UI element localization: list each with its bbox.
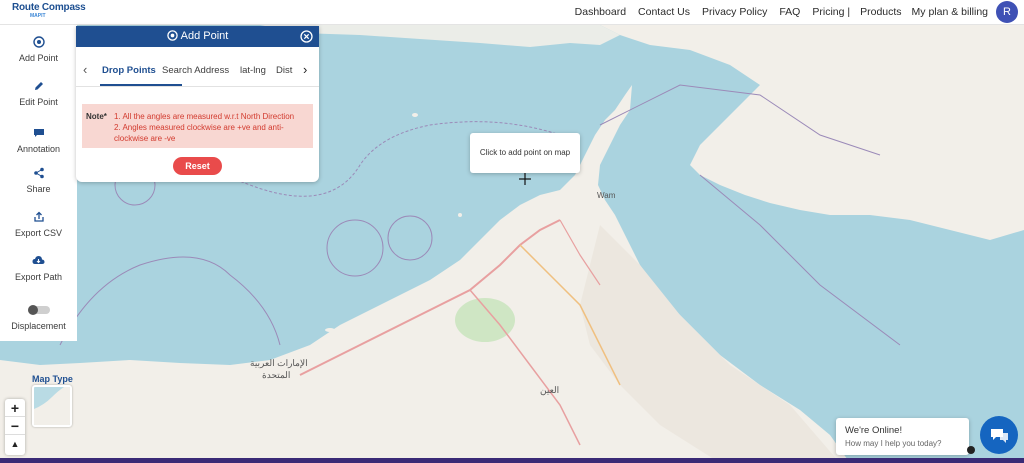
sidebar-item-label: Edit Point bbox=[19, 97, 58, 107]
add-point-panel: Add Point ‹ Drop Points Search Address l… bbox=[76, 26, 319, 182]
cloud-download-icon bbox=[32, 256, 45, 264]
nav-privacy-policy[interactable]: Privacy Policy bbox=[702, 6, 767, 18]
sidebar-item-export-path[interactable]: Export Path bbox=[0, 255, 77, 282]
sidebar-item-label: Add Point bbox=[18, 53, 59, 63]
chat-bubbles-icon bbox=[991, 429, 1008, 443]
sidebar-item-label: Export Path bbox=[14, 272, 63, 282]
note-line-1: 1. All the angles are measured w.r.t Nor… bbox=[114, 112, 295, 121]
note-label: Note* bbox=[86, 112, 107, 121]
brand-logo[interactable]: Route Compass MAPIT bbox=[12, 2, 86, 20]
bottom-edge-bar bbox=[0, 458, 1024, 463]
sidebar-item-edit-point[interactable]: Edit Point bbox=[0, 80, 77, 107]
share-icon bbox=[33, 167, 44, 179]
brand-title: Route Compass bbox=[12, 2, 86, 13]
sidebar-item-share[interactable]: Share bbox=[0, 167, 77, 194]
note-line-2: 2. Angles measured clockwise are +ve and… bbox=[114, 123, 284, 132]
chat-popup[interactable]: We're Online! How may I help you today? bbox=[836, 418, 969, 455]
sidebar-item-label: Annotation bbox=[16, 144, 61, 154]
note-line-3: clockwise are -ve bbox=[114, 134, 176, 143]
map-type-label: Map Type bbox=[32, 374, 73, 384]
map-type-thumbnail[interactable] bbox=[32, 385, 72, 427]
nav-plan-billing[interactable]: My plan & billing bbox=[912, 6, 988, 18]
sidebar-item-label: Displacement bbox=[11, 321, 66, 331]
zoom-out-button[interactable]: − bbox=[5, 417, 25, 435]
zoom-control: + − ▲ bbox=[5, 399, 25, 455]
brand-subtitle: MAPIT bbox=[30, 13, 46, 19]
nav-pricing[interactable]: Pricing | bbox=[812, 6, 850, 18]
chat-status-dot bbox=[967, 446, 975, 454]
left-sidebar: Add Point Edit Point Annotation Share Ex… bbox=[0, 25, 77, 341]
tab-lat-lng[interactable]: lat-lng bbox=[240, 65, 266, 76]
map-tooltip: Click to add point on map bbox=[470, 133, 580, 173]
toggle-icon[interactable] bbox=[27, 304, 51, 316]
map-label-uae-line1: الإمارات العربية bbox=[250, 358, 308, 368]
chat-title: We're Online! bbox=[845, 425, 903, 436]
panel-title-text: Add Point bbox=[180, 30, 229, 42]
sidebar-item-annotation[interactable]: Annotation bbox=[0, 127, 77, 154]
upload-icon bbox=[33, 211, 44, 222]
chat-subtitle: How may I help you today? bbox=[845, 439, 942, 448]
tab-dist[interactable]: Dist bbox=[276, 65, 292, 76]
map-label-wam: Wam bbox=[597, 191, 616, 200]
panel-header: Add Point bbox=[76, 26, 319, 47]
sidebar-item-add-point[interactable]: Add Point bbox=[0, 36, 77, 63]
tabs-divider bbox=[76, 86, 319, 87]
chevron-left-icon[interactable]: ‹ bbox=[83, 62, 87, 77]
map-label-al-ain: العين bbox=[540, 385, 560, 395]
nav-dashboard[interactable]: Dashboard bbox=[575, 6, 626, 18]
target-icon bbox=[166, 30, 178, 41]
chat-button[interactable] bbox=[980, 416, 1018, 454]
nav-contact-us[interactable]: Contact Us bbox=[638, 6, 690, 18]
tab-drop-points[interactable]: Drop Points bbox=[102, 65, 156, 76]
close-icon[interactable] bbox=[300, 30, 313, 43]
target-icon bbox=[32, 36, 45, 48]
nav-menu: Dashboard Contact Us Privacy Policy FAQ … bbox=[563, 6, 988, 18]
sidebar-item-label: Share bbox=[26, 184, 51, 194]
chevron-right-icon[interactable]: › bbox=[303, 62, 307, 77]
avatar[interactable]: R bbox=[996, 1, 1018, 23]
zoom-in-button[interactable]: + bbox=[5, 399, 25, 417]
pencil-icon bbox=[34, 82, 43, 90]
nav-products[interactable]: Products bbox=[860, 6, 901, 18]
panel-tabs: ‹ Drop Points Search Address lat-lng Dis… bbox=[76, 62, 319, 84]
sidebar-item-export-csv[interactable]: Export CSV bbox=[0, 211, 77, 238]
tab-search-address[interactable]: Search Address bbox=[162, 65, 229, 76]
map-label-uae-line2: المتحدة bbox=[262, 370, 291, 380]
sidebar-item-displacement[interactable]: Displacement bbox=[0, 304, 77, 331]
compass-icon[interactable]: ▲ bbox=[5, 435, 25, 453]
nav-faq[interactable]: FAQ bbox=[779, 6, 800, 18]
top-navbar: Route Compass MAPIT Dashboard Contact Us… bbox=[0, 0, 1024, 25]
sidebar-item-label: Export CSV bbox=[14, 228, 63, 238]
reset-button[interactable]: Reset bbox=[173, 157, 222, 175]
note-box: Note* 1. All the angles are measured w.r… bbox=[82, 104, 313, 148]
panel-title: Add Point bbox=[76, 30, 319, 42]
comment-icon bbox=[33, 129, 44, 137]
